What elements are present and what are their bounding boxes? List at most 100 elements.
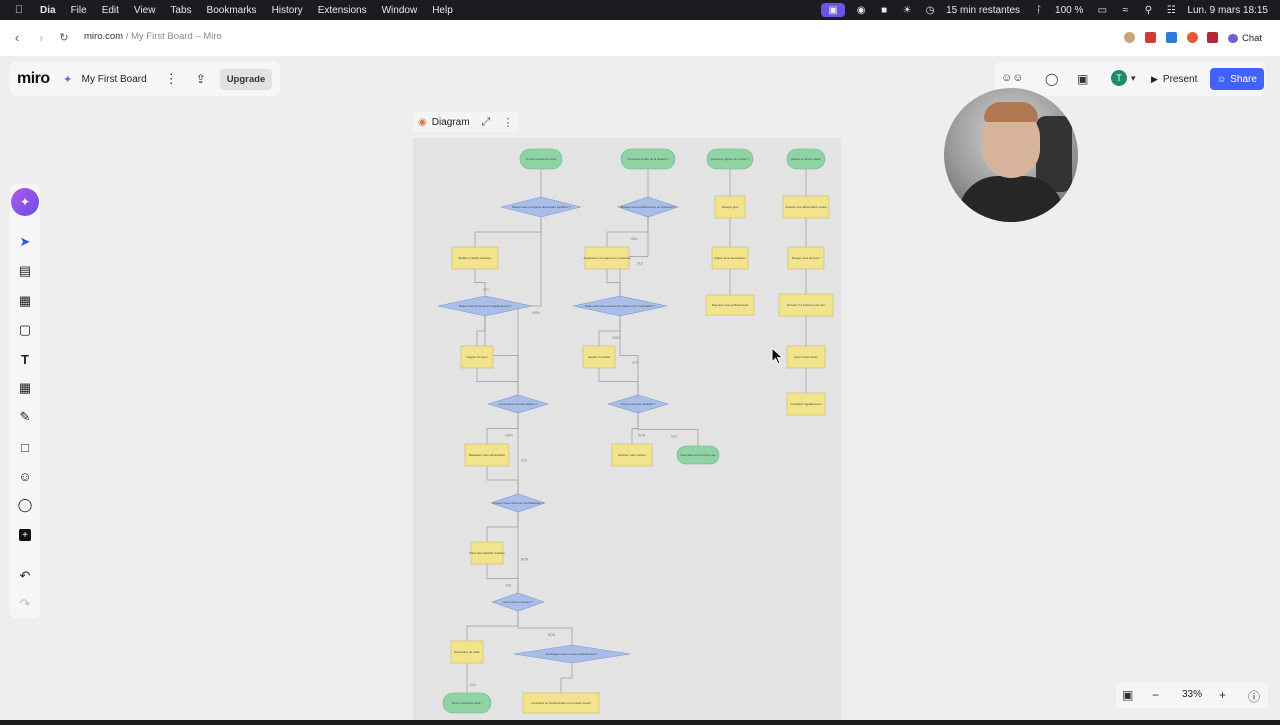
discord-icon[interactable]: ◉: [854, 4, 868, 16]
battery-text[interactable]: 100 %: [1055, 5, 1083, 16]
connector-label: OUI: [521, 459, 527, 463]
menu-tabs[interactable]: Tabs: [170, 5, 191, 16]
help-icon[interactable]: ⓘ: [1248, 688, 1260, 705]
menu-bookmarks[interactable]: Bookmarks: [207, 5, 257, 16]
chat-button[interactable]: Chat: [1228, 29, 1262, 47]
toolbox-icon[interactable]: ■: [877, 4, 891, 16]
address-bar[interactable]: miro.com / My First Board – Miro: [84, 31, 222, 42]
extension-icon[interactable]: [1207, 32, 1218, 43]
plus-icon[interactable]: +: [19, 529, 31, 541]
flow-node-text: Révisez votre routine: [618, 453, 646, 457]
diagram-frame[interactable]: NON OUI NON OUI NON OUI NON OUI NON OUI NON OUI NON O…: [413, 138, 841, 720]
diagram-label[interactable]: ◉ Diagram ⤢ ⋮: [413, 112, 520, 132]
chevron-left-icon[interactable]: ‹: [8, 29, 26, 47]
control-center-icon[interactable]: ☷: [1164, 4, 1178, 16]
flow-node-text: Les progrès sont-ils visibles ?: [499, 402, 537, 406]
chevron-down-icon[interactable]: ▾: [1131, 73, 1136, 84]
collab-toolbar: ☺☺ ◯ ▣ T ▾ ▶ Present ☺ Share: [995, 62, 1265, 96]
export-icon[interactable]: ⇪: [196, 72, 210, 86]
upgrade-button[interactable]: Upgrade: [219, 68, 273, 90]
comments-icon[interactable]: ◯: [1045, 72, 1058, 86]
emoji-icon[interactable]: ☺: [15, 466, 35, 486]
avatar[interactable]: T: [1111, 70, 1127, 86]
flow-node-text: Suivez-vous un régime alimentaire équili…: [512, 205, 571, 209]
board-canvas[interactable]: miro ✦ My First Board ⋮ ⇪ Upgrade ☺☺ ◯ ▣…: [0, 56, 1280, 720]
flow-connector: [486, 466, 519, 494]
menu-help[interactable]: Help: [432, 5, 453, 16]
timer-text[interactable]: 15 min restantes: [946, 5, 1020, 16]
zoom-in-icon[interactable]: +: [1219, 688, 1226, 702]
fit-to-screen-icon[interactable]: ▣: [1122, 688, 1133, 702]
redo-icon[interactable]: ↷: [15, 594, 35, 614]
flow-node-text: Voyez-vous des résultats ?: [621, 402, 656, 406]
menu-history[interactable]: History: [272, 5, 303, 16]
menu-app-name[interactable]: Dia: [40, 5, 56, 16]
apple-icon[interactable]: : [12, 4, 26, 16]
flow-connector: [474, 269, 486, 296]
extension-icon[interactable]: [1166, 32, 1177, 43]
flow-node-text: Rester en bonne santé: [791, 157, 821, 161]
share-label: Share: [1230, 73, 1257, 85]
undo-icon[interactable]: ↶: [15, 566, 35, 586]
present-button[interactable]: ▶ Present: [1145, 68, 1203, 90]
menu-edit[interactable]: Edit: [102, 5, 119, 16]
miro-logo[interactable]: miro: [17, 70, 50, 88]
templates-icon[interactable]: ▤: [15, 261, 35, 281]
zoom-level[interactable]: 33%: [1182, 689, 1202, 700]
timer-icon[interactable]: ◷: [923, 4, 937, 16]
menu-file[interactable]: File: [71, 5, 87, 16]
play-icon: ▶: [1151, 73, 1158, 84]
sticky-note-icon[interactable]: ▢: [15, 320, 35, 340]
connector-label: NON: [631, 237, 639, 241]
brightness-icon[interactable]: ☀: [900, 4, 914, 16]
reactions-icon[interactable]: ☺☺: [1001, 72, 1023, 84]
video-call-icon[interactable]: ▣: [1077, 72, 1088, 86]
reload-icon[interactable]: ↻: [55, 29, 73, 47]
chevron-right-icon[interactable]: ›: [32, 29, 50, 47]
ai-sparkle-icon[interactable]: ✦: [11, 188, 39, 216]
flow-connector: [486, 512, 519, 542]
menu-window[interactable]: Window: [382, 5, 418, 16]
menu-view[interactable]: View: [134, 5, 156, 16]
zoom-out-icon[interactable]: −: [1152, 688, 1159, 702]
pen-icon[interactable]: ✎: [15, 407, 35, 427]
text-icon[interactable]: T: [15, 349, 35, 369]
url-domain: miro.com: [84, 31, 124, 42]
board-header: miro ✦ My First Board ⋮ ⇪ Upgrade: [10, 62, 280, 96]
extension-icon[interactable]: [1145, 32, 1156, 43]
flow-node-text: Ajoutez du cardio: [588, 355, 611, 359]
wifi-icon[interactable]: ≈: [1118, 4, 1132, 16]
flow-node-text: Faites de la musculation: [714, 256, 746, 260]
flow-node-text: Reposez-vous suffisamment: [712, 303, 749, 307]
board-name[interactable]: My First Board: [82, 74, 147, 85]
flow-node-text: Consultez régulièrement: [790, 402, 822, 406]
expand-icon[interactable]: ⤢: [482, 116, 491, 129]
webcam-overlay: [944, 88, 1078, 222]
connector-label: OUI: [671, 435, 677, 439]
url-path: / My First Board – Miro: [123, 31, 222, 42]
extension-icon[interactable]: [1124, 32, 1135, 43]
flow-node-text: Comment gagner du muscle ?: [711, 157, 750, 161]
search-icon[interactable]: ⚲: [1141, 4, 1155, 16]
clock-text[interactable]: Lun. 9 mars 18:15: [1187, 5, 1268, 16]
screen-record-icon[interactable]: ▣: [821, 3, 846, 17]
connector-label: NON: [533, 311, 541, 315]
frame-icon[interactable]: □: [15, 437, 35, 457]
flow-node-text: Intégrer du sport: [466, 355, 487, 359]
share-button[interactable]: ☺ Share: [1210, 68, 1264, 90]
flow-node-text: Faites-vous de l'exercice régulièrement …: [459, 304, 512, 308]
flow-node-text: Augmentez vos apports en protéines: [583, 256, 631, 260]
shapes-icon[interactable]: ▦: [15, 378, 35, 398]
select-cursor-icon[interactable]: ➤: [15, 232, 35, 252]
flow-node-text: Pouvez-vous maintenir ces habitudes ?: [493, 501, 544, 505]
more-vertical-icon[interactable]: ⋮: [502, 116, 513, 129]
flow-node-text: Dormez 7 à 9 heures par nuit: [787, 303, 825, 307]
bluetooth-icon[interactable]: ᛛ: [1032, 4, 1046, 16]
extension-icon[interactable]: [1187, 32, 1198, 43]
table-icon[interactable]: ▦: [15, 291, 35, 311]
connector-label: OUI: [637, 262, 643, 266]
more-vertical-icon[interactable]: ⋮: [165, 71, 178, 87]
menu-extensions[interactable]: Extensions: [318, 5, 367, 16]
comment-icon[interactable]: ◯: [15, 495, 35, 515]
battery-icon[interactable]: ▭: [1095, 4, 1109, 16]
